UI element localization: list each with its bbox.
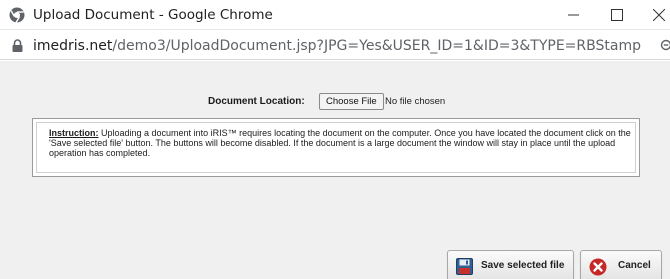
document-location-label: Document Location: xyxy=(208,96,305,107)
maximize-button[interactable] xyxy=(598,0,636,30)
page-content: Document Location: Choose File No file c… xyxy=(0,61,670,279)
cancel-x-icon xyxy=(589,258,607,276)
maximize-icon xyxy=(611,9,623,21)
instruction-box: Instruction: Uploading a document into i… xyxy=(32,118,640,177)
zoom-icon[interactable] xyxy=(660,39,670,53)
window-titlebar: Upload Document - Google Chrome xyxy=(0,0,670,30)
floppy-disk-icon xyxy=(456,258,473,275)
close-window-button[interactable] xyxy=(640,0,670,30)
save-selected-file-button[interactable]: Save selected file xyxy=(447,250,574,279)
choose-file-button[interactable]: Choose File xyxy=(319,93,384,110)
window-title: Upload Document - Google Chrome xyxy=(33,7,273,23)
lock-icon xyxy=(12,39,23,52)
minimize-icon xyxy=(568,14,579,16)
cancel-button[interactable]: Cancel xyxy=(580,250,662,279)
instruction-body: Uploading a document into iRIS™ requires… xyxy=(49,128,631,158)
url-path: /demo3/UploadDocument.jsp?JPG=Yes&USER_I… xyxy=(112,38,641,54)
document-location-row: Document Location: Choose File No file c… xyxy=(0,93,670,111)
url-text: imedris.net/demo3/UploadDocument.jsp?JPG… xyxy=(33,38,641,54)
instruction-text: Instruction: Uploading a document into i… xyxy=(49,128,639,158)
file-status-text: No file chosen xyxy=(385,96,446,107)
minimize-button[interactable] xyxy=(555,0,593,30)
cancel-button-label: Cancel xyxy=(618,260,651,271)
instruction-title: Instruction: xyxy=(49,128,99,138)
save-button-label: Save selected file xyxy=(481,260,565,271)
url-host: imedris.net xyxy=(33,38,113,54)
address-bar[interactable]: imedris.net/demo3/UploadDocument.jsp?JPG… xyxy=(0,31,670,60)
close-icon xyxy=(653,9,665,21)
chrome-globe-icon xyxy=(9,7,25,23)
